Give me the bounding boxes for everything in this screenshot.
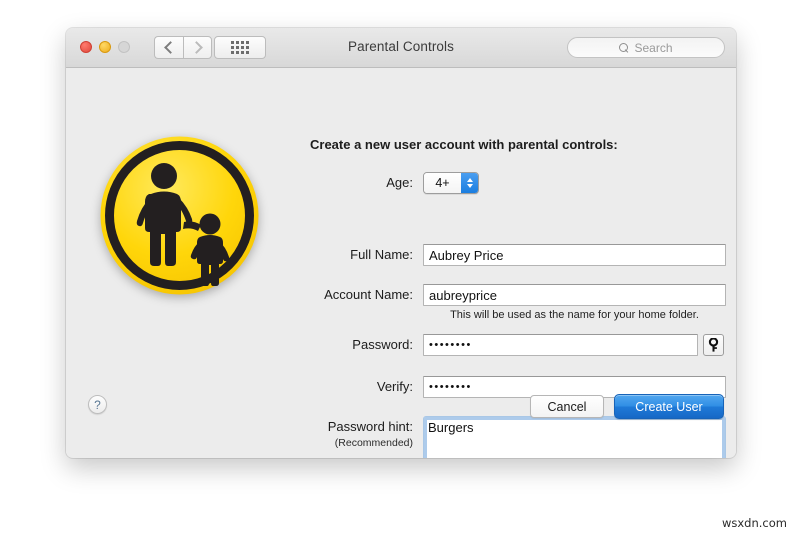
password-hint-row: Password hint: (Recommended) Burgers (266, 416, 726, 458)
key-icon (708, 338, 719, 352)
account-name-input[interactable]: aubreyprice (423, 284, 726, 306)
age-value: 4+ (424, 173, 461, 193)
password-hint-label: Password hint: (327, 419, 413, 434)
password-hint-input[interactable]: Burgers (423, 416, 726, 458)
age-label: Age: (386, 175, 413, 190)
page-title: Create a new user account with parental … (310, 137, 618, 152)
full-name-input[interactable]: Aubrey Price (423, 244, 726, 266)
password-label: Password: (352, 337, 413, 352)
parental-controls-window: Parental Controls Search Create a new us… (66, 28, 736, 458)
account-name-label: Account Name: (324, 287, 413, 302)
watermark: wsxdn.com (721, 516, 787, 530)
password-hint-value: Burgers (428, 420, 474, 435)
verify-label: Verify: (376, 379, 413, 394)
search-icon (619, 42, 629, 53)
create-user-button[interactable]: Create User (614, 394, 724, 419)
account-name-note: This will be used as the name for your h… (450, 309, 699, 321)
window-body: Create a new user account with parental … (66, 68, 736, 458)
search-placeholder: Search (634, 40, 673, 55)
help-button[interactable]: ? (88, 395, 107, 414)
password-row: Password: •••••••• (266, 334, 724, 356)
password-assistant-button[interactable] (703, 334, 724, 356)
search-input[interactable]: Search (567, 37, 725, 58)
age-stepper[interactable]: 4+ (423, 172, 479, 194)
account-name-row: Account Name: aubreyprice (266, 284, 726, 306)
password-input[interactable]: •••••••• (423, 334, 698, 356)
window-titlebar: Parental Controls Search (66, 28, 736, 68)
password-hint-label-group: Password hint: (Recommended) (266, 416, 413, 449)
full-name-label: Full Name: (350, 247, 413, 262)
full-name-row: Full Name: Aubrey Price (266, 244, 726, 266)
screenshot-root: Parental Controls Search Create a new us… (0, 0, 800, 536)
parental-controls-icon (98, 134, 261, 297)
age-row: Age: 4+ (345, 172, 479, 194)
stepper-arrows-icon[interactable] (461, 173, 478, 193)
cancel-button[interactable]: Cancel (530, 395, 604, 418)
password-hint-sublabel: (Recommended) (334, 437, 413, 449)
